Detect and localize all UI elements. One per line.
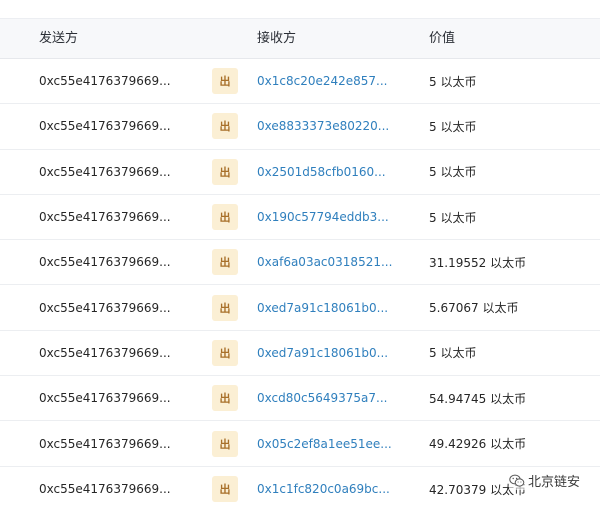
- table-row: 0xc55e4176379669... 出 0x190c57794eddb3..…: [0, 195, 600, 241]
- to-address-link[interactable]: 0xe8833373e80220...: [257, 104, 389, 148]
- wechat-icon: [509, 474, 525, 487]
- value-amount: 5 以太币: [429, 119, 477, 134]
- table-row: 0xc55e4176379669... 出 0xcd80c5649375a7..…: [0, 376, 600, 422]
- from-address: 0xc55e4176379669...: [39, 74, 171, 89]
- to-address-link[interactable]: 0xcd80c5649375a7...: [257, 376, 387, 420]
- table-row: 0xc55e4176379669... 出 0xed7a91c18061b0..…: [0, 331, 600, 377]
- watermark-text: 北京链安: [527, 475, 580, 490]
- to-address-link[interactable]: 0xed7a91c18061b0...: [257, 331, 388, 375]
- to-address-link[interactable]: 0xed7a91c18061b0...: [257, 285, 388, 329]
- table-row: 0xc55e4176379669... 出 0xe8833373e80220..…: [0, 104, 600, 150]
- table-row: 0xc55e4176379669... 出 0x1c8c20e242e857..…: [0, 59, 600, 105]
- direction-badge: 出: [212, 68, 238, 95]
- value-amount: 49.42926 以太币: [429, 437, 527, 452]
- to-address-link[interactable]: 0x190c57794eddb3...: [257, 195, 389, 239]
- direction-badge: 出: [212, 158, 238, 185]
- from-address: 0xc55e4176379669...: [39, 164, 171, 179]
- table-row: 0xc55e4176379669... 出 0x2501d58cfb0160..…: [0, 150, 600, 195]
- value-amount: 5 以太币: [429, 210, 477, 225]
- to-address-link[interactable]: 0x1c8c20e242e857...: [257, 59, 388, 103]
- direction-badge: 出: [212, 476, 238, 503]
- table-row: 0xc55e4176379669... 出 0xaf6a03ac0318521.…: [0, 240, 600, 286]
- value-amount: 5 以太币: [429, 165, 477, 180]
- transaction-table: 发送方 接收方 价值 0xc55e4176379669... 出 0x1c8c2…: [0, 0, 600, 509]
- direction-badge: 出: [212, 385, 238, 412]
- from-address: 0xc55e4176379669...: [39, 436, 171, 451]
- from-address: 0xc55e4176379669...: [39, 391, 171, 406]
- top-strip: [0, 0, 600, 18]
- direction-badge: 出: [212, 339, 238, 366]
- direction-badge: 出: [212, 294, 238, 321]
- table-header: 发送方 接收方 价值: [0, 18, 600, 59]
- from-address: 0xc55e4176379669...: [39, 210, 171, 225]
- value-amount: 54.94745 以太币: [429, 391, 527, 406]
- from-address: 0xc55e4176379669...: [39, 482, 171, 497]
- to-address-link[interactable]: 0x1c1fc820c0a69bc...: [257, 467, 390, 509]
- value-amount: 5.67067 以太币: [429, 301, 519, 316]
- from-address: 0xc55e4176379669...: [39, 300, 171, 315]
- direction-badge: 出: [212, 249, 238, 276]
- direction-badge: 出: [212, 430, 238, 457]
- value-amount: 5 以太币: [429, 74, 477, 89]
- from-address: 0xc55e4176379669...: [39, 119, 171, 134]
- table-row: 0xc55e4176379669... 出 0xed7a91c18061b0..…: [0, 285, 600, 331]
- to-address-link[interactable]: 0x2501d58cfb0160...: [257, 150, 386, 194]
- from-address: 0xc55e4176379669...: [39, 345, 171, 360]
- header-from: 发送方: [39, 31, 79, 46]
- watermark: 北京链安: [508, 471, 580, 490]
- direction-badge: 出: [212, 113, 238, 140]
- value-amount: 31.19552 以太币: [429, 255, 527, 270]
- value-amount: 5 以太币: [429, 346, 477, 361]
- table-body: 0xc55e4176379669... 出 0x1c8c20e242e857..…: [0, 59, 600, 509]
- table-row: 0xc55e4176379669... 出 0x05c2ef8a1ee51ee.…: [0, 421, 600, 467]
- to-address-link[interactable]: 0xaf6a03ac0318521...: [257, 240, 392, 284]
- header-to: 接收方: [257, 31, 297, 46]
- from-address: 0xc55e4176379669...: [39, 255, 171, 270]
- direction-badge: 出: [212, 204, 238, 231]
- header-value: 价值: [429, 31, 456, 46]
- to-address-link[interactable]: 0x05c2ef8a1ee51ee...: [257, 421, 392, 465]
